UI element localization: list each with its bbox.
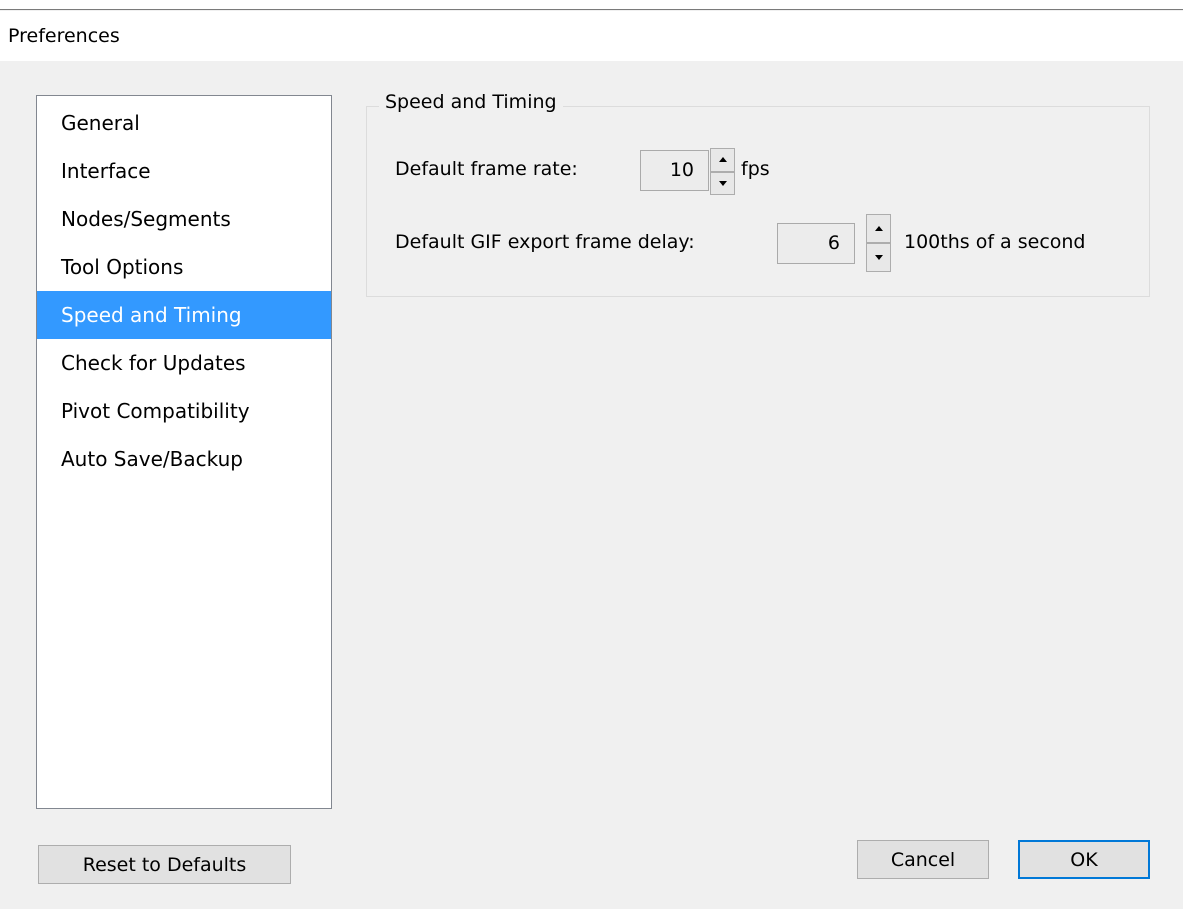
preferences-category-list[interactable]: General Interface Nodes/Segments Tool Op… bbox=[36, 95, 332, 809]
triangle-down-icon bbox=[874, 255, 883, 260]
gif-delay-unit: 100ths of a second bbox=[904, 231, 1086, 253]
frame-rate-unit: fps bbox=[741, 158, 770, 180]
gif-delay-spinner bbox=[866, 214, 891, 272]
frame-rate-input[interactable]: 10 bbox=[640, 150, 709, 191]
gif-delay-input[interactable]: 6 bbox=[777, 223, 855, 264]
gif-delay-down-button[interactable] bbox=[866, 243, 891, 272]
frame-rate-spinner bbox=[710, 148, 735, 195]
cancel-button[interactable]: Cancel bbox=[857, 840, 989, 879]
title-bar: Preferences bbox=[0, 11, 1183, 61]
gif-delay-label: Default GIF export frame delay: bbox=[395, 231, 695, 253]
ok-button[interactable]: OK bbox=[1018, 840, 1150, 879]
sidebar-item-auto-save-backup[interactable]: Auto Save/Backup bbox=[37, 435, 331, 483]
frame-rate-down-button[interactable] bbox=[710, 171, 735, 195]
sidebar-item-general[interactable]: General bbox=[37, 99, 331, 147]
window-top-border bbox=[0, 0, 1183, 10]
sidebar-item-check-for-updates[interactable]: Check for Updates bbox=[37, 339, 331, 387]
frame-rate-up-button[interactable] bbox=[710, 148, 735, 172]
triangle-up-icon bbox=[718, 157, 727, 163]
window-title: Preferences bbox=[8, 25, 120, 47]
sidebar-item-interface[interactable]: Interface bbox=[37, 147, 331, 195]
groupbox-title: Speed and Timing bbox=[379, 91, 563, 113]
reset-to-defaults-button[interactable]: Reset to Defaults bbox=[38, 845, 291, 884]
triangle-up-icon bbox=[874, 226, 883, 231]
frame-rate-label: Default frame rate: bbox=[395, 158, 578, 180]
preferences-dialog: Preferences General Interface Nodes/Segm… bbox=[0, 0, 1183, 909]
gif-delay-up-button[interactable] bbox=[866, 214, 891, 243]
triangle-down-icon bbox=[718, 180, 727, 186]
speed-timing-groupbox: Speed and Timing Default frame rate: 10 … bbox=[366, 91, 1150, 297]
sidebar-item-pivot-compatibility[interactable]: Pivot Compatibility bbox=[37, 387, 331, 435]
sidebar-item-tool-options[interactable]: Tool Options bbox=[37, 243, 331, 291]
sidebar-item-nodes-segments[interactable]: Nodes/Segments bbox=[37, 195, 331, 243]
sidebar-item-speed-and-timing[interactable]: Speed and Timing bbox=[37, 291, 331, 339]
